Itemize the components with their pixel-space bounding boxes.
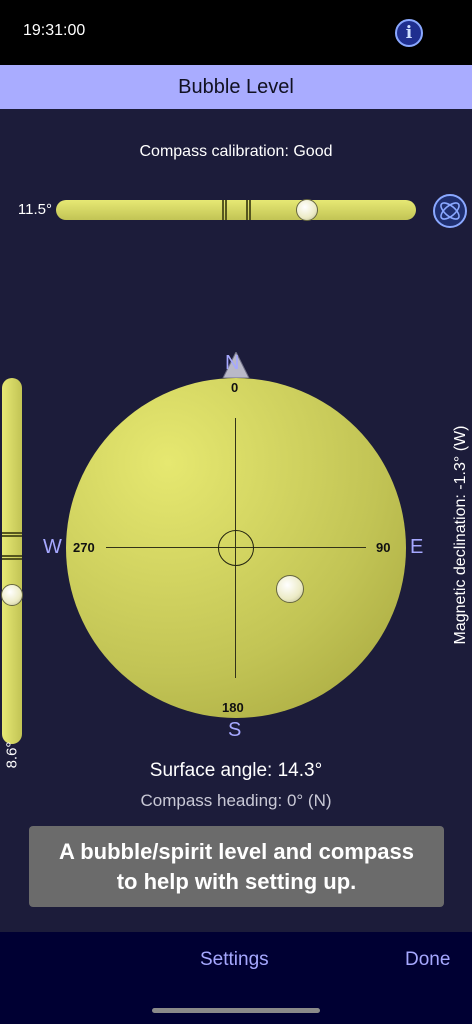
horizontal-level-bar [56, 199, 416, 221]
degree-270: 270 [73, 540, 95, 555]
tip-banner: A bubble/spirit level and compass to hel… [29, 826, 444, 907]
degree-0: 0 [231, 380, 239, 395]
magnetic-declination-text: Magnetic declination: -1.3° (W) [452, 425, 469, 645]
status-time: 19:31:00 [23, 22, 86, 39]
cardinal-west: W [43, 536, 62, 558]
info-icon: i [405, 23, 413, 43]
info-button[interactable]: i [395, 19, 423, 47]
tip-text: A bubble/spirit level and compass to hel… [59, 838, 414, 894]
level-center-mark [2, 555, 22, 557]
page-title: Bubble Level [178, 75, 294, 98]
done-button[interactable]: Done [405, 949, 450, 971]
settings-button[interactable]: Settings [200, 949, 269, 971]
home-indicator [152, 1008, 320, 1013]
level-center-mark [246, 200, 248, 220]
cardinal-south: S [228, 719, 242, 741]
degree-90: 90 [376, 540, 391, 555]
compass-calibrate-button[interactable] [432, 193, 468, 229]
gyroscope-icon [433, 194, 467, 228]
horizontal-angle-label: 11.5° [17, 201, 52, 218]
cardinal-east: E [410, 536, 424, 558]
horizontal-bubble [295, 199, 318, 221]
calibration-status: Compass calibration: Good [139, 143, 333, 160]
level-center-mark [2, 558, 22, 560]
vertical-level-bar [1, 378, 23, 744]
compass-center-ring [218, 530, 254, 566]
nav-bar: Bubble Level [0, 65, 472, 109]
vertical-bubble [1, 584, 23, 607]
surface-angle: Surface angle: 14.3° [149, 760, 323, 781]
compass-heading: Compass heading: 0° (N) [140, 791, 332, 810]
level-center-mark [2, 535, 22, 537]
level-center-mark [225, 200, 227, 220]
surface-bubble [276, 575, 304, 603]
compass-dial: 0 90 180 270 [66, 378, 406, 718]
level-center-mark [2, 532, 22, 534]
degree-180: 180 [222, 700, 244, 715]
level-center-mark [222, 200, 224, 220]
level-center-mark [249, 200, 251, 220]
cardinal-north: N [225, 352, 240, 374]
